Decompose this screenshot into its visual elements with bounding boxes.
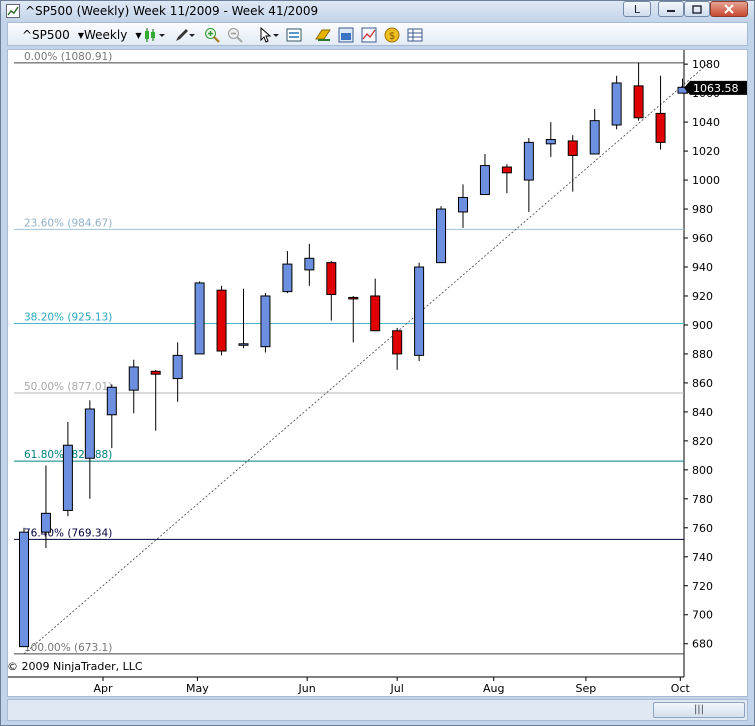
candle-body bbox=[348, 296, 359, 300]
candle-body bbox=[216, 289, 227, 352]
candle-body bbox=[260, 295, 271, 348]
price-chart[interactable]: 680 700 720 740 760 780 800 820 840 860 880 900 920 9… bbox=[8, 50, 747, 696]
copyright-label: © 2009 NinjaTrader, LLC bbox=[7, 660, 143, 673]
candlestick-icon[interactable] bbox=[144, 27, 166, 43]
candle-body bbox=[479, 165, 490, 196]
properties-icon[interactable] bbox=[338, 27, 354, 43]
y-tick-label: 680 bbox=[692, 638, 713, 651]
candle-body bbox=[304, 257, 315, 271]
x-tick-label: May bbox=[186, 682, 209, 695]
y-tick-label: 700 bbox=[692, 609, 713, 622]
candle-body bbox=[84, 408, 95, 459]
grid-icon[interactable] bbox=[407, 27, 423, 43]
title-bar[interactable]: ^SP500 (Weekly) Week 11/2009 - Week 41/2… bbox=[1, 1, 754, 21]
scroll-thumb[interactable]: ||| bbox=[653, 702, 745, 718]
candle-body bbox=[392, 330, 403, 355]
strategy-icon[interactable] bbox=[315, 27, 331, 43]
candle-body bbox=[62, 444, 73, 511]
x-tick-label: Oct bbox=[671, 682, 691, 695]
chart-panel[interactable]: 680 700 720 740 760 780 800 820 840 860 880 900 920 9… bbox=[7, 49, 748, 697]
candle-body bbox=[567, 140, 578, 156]
candle-body bbox=[589, 120, 600, 155]
candle-body bbox=[128, 366, 139, 391]
fib-level-label: 38.20% (925.13) bbox=[24, 312, 112, 324]
pointer-icon[interactable] bbox=[258, 27, 280, 43]
horizontal-scrollbar[interactable]: ||| bbox=[7, 699, 748, 721]
y-tick-label: 1020 bbox=[692, 145, 720, 158]
chart-window: ^SP500 (Weekly) Week 11/2009 - Week 41/2… bbox=[0, 0, 755, 726]
y-tick-label: 920 bbox=[692, 290, 713, 303]
candle-body bbox=[523, 141, 534, 181]
instrument-selector[interactable]: ^SP500 ▼ bbox=[22, 26, 84, 44]
candle-body bbox=[655, 112, 666, 143]
chart-app-icon bbox=[6, 4, 20, 18]
candle-body bbox=[436, 208, 447, 264]
candle-body bbox=[458, 196, 468, 213]
y-tick-label: 900 bbox=[692, 319, 713, 332]
data-box-icon[interactable] bbox=[286, 27, 302, 43]
last-price-label: 1063.58 bbox=[693, 82, 739, 95]
candle-body bbox=[501, 166, 512, 174]
y-tick-label: 860 bbox=[692, 377, 713, 390]
minimize-button[interactable] bbox=[658, 1, 684, 17]
y-tick-label: 740 bbox=[692, 551, 713, 564]
interval-selector[interactable]: Weekly ▼ bbox=[84, 26, 141, 44]
candle-body bbox=[414, 266, 425, 356]
y-tick-label: 720 bbox=[692, 580, 713, 593]
fib-level-label: 23.60% (984.67) bbox=[24, 217, 112, 229]
y-tick-label: 1000 bbox=[692, 174, 720, 187]
chart-toolbar: ^SP500 ▼ Weekly ▼ $ bbox=[7, 22, 748, 46]
y-tick-label: 1080 bbox=[692, 58, 720, 71]
candle-body bbox=[40, 512, 51, 533]
y-tick-label: 840 bbox=[692, 406, 713, 419]
candle-body bbox=[194, 282, 205, 355]
coin-icon[interactable]: $ bbox=[384, 27, 400, 43]
candle-body bbox=[238, 343, 249, 346]
instrument-label: ^SP500 bbox=[22, 28, 70, 42]
y-tick-label: 980 bbox=[692, 203, 713, 216]
candle-body bbox=[370, 295, 381, 332]
close-icon bbox=[724, 4, 734, 14]
candle-body bbox=[106, 386, 117, 416]
candle-body bbox=[150, 370, 161, 375]
candle-body bbox=[326, 262, 337, 296]
maximize-icon bbox=[692, 4, 702, 14]
candle-body bbox=[611, 82, 622, 126]
maximize-button[interactable] bbox=[684, 1, 710, 17]
fib-level-label: 100.00% (673.1) bbox=[24, 642, 112, 654]
link-button[interactable]: L bbox=[623, 1, 651, 17]
x-tick-label: Aug bbox=[483, 682, 504, 695]
zoom-in-icon[interactable] bbox=[204, 27, 220, 43]
fib-level-label: 76.40% (769.34) bbox=[24, 527, 112, 539]
candle-body bbox=[19, 531, 29, 648]
candle-body bbox=[282, 263, 293, 293]
candle-body bbox=[633, 85, 644, 119]
y-tick-label: 820 bbox=[692, 435, 713, 448]
interval-dropdown-icon: ▼ bbox=[135, 30, 142, 40]
y-tick-label: 800 bbox=[692, 464, 713, 477]
y-tick-label: 960 bbox=[692, 232, 713, 245]
x-tick-label: Sep bbox=[576, 682, 597, 695]
y-tick-label: 1040 bbox=[692, 116, 720, 129]
y-tick-label: 880 bbox=[692, 348, 713, 361]
minimize-icon bbox=[667, 10, 675, 12]
pencil-icon[interactable] bbox=[174, 27, 196, 43]
fib-level-label: 0.00% (1080.91) bbox=[24, 51, 112, 63]
y-tick-label: 780 bbox=[692, 493, 713, 506]
y-tick-label: 940 bbox=[692, 261, 713, 274]
y-tick-label: 760 bbox=[692, 522, 713, 535]
fib-trendline bbox=[23, 62, 710, 655]
zoom-out-icon[interactable] bbox=[227, 27, 243, 43]
close-button[interactable] bbox=[710, 1, 748, 17]
fib-level-label: 50.00% (877.01) bbox=[24, 381, 112, 393]
x-tick-label: Jun bbox=[298, 682, 316, 695]
interval-label: Weekly bbox=[84, 28, 128, 42]
candle-body bbox=[172, 354, 183, 380]
indicators-icon[interactable] bbox=[361, 27, 377, 43]
candle-body bbox=[545, 138, 556, 145]
x-tick-label: Apr bbox=[94, 682, 114, 695]
x-tick-label: Jul bbox=[390, 682, 404, 695]
svg-text:$: $ bbox=[389, 31, 395, 42]
window-title: ^SP500 (Weekly) Week 11/2009 - Week 41/2… bbox=[25, 4, 319, 18]
